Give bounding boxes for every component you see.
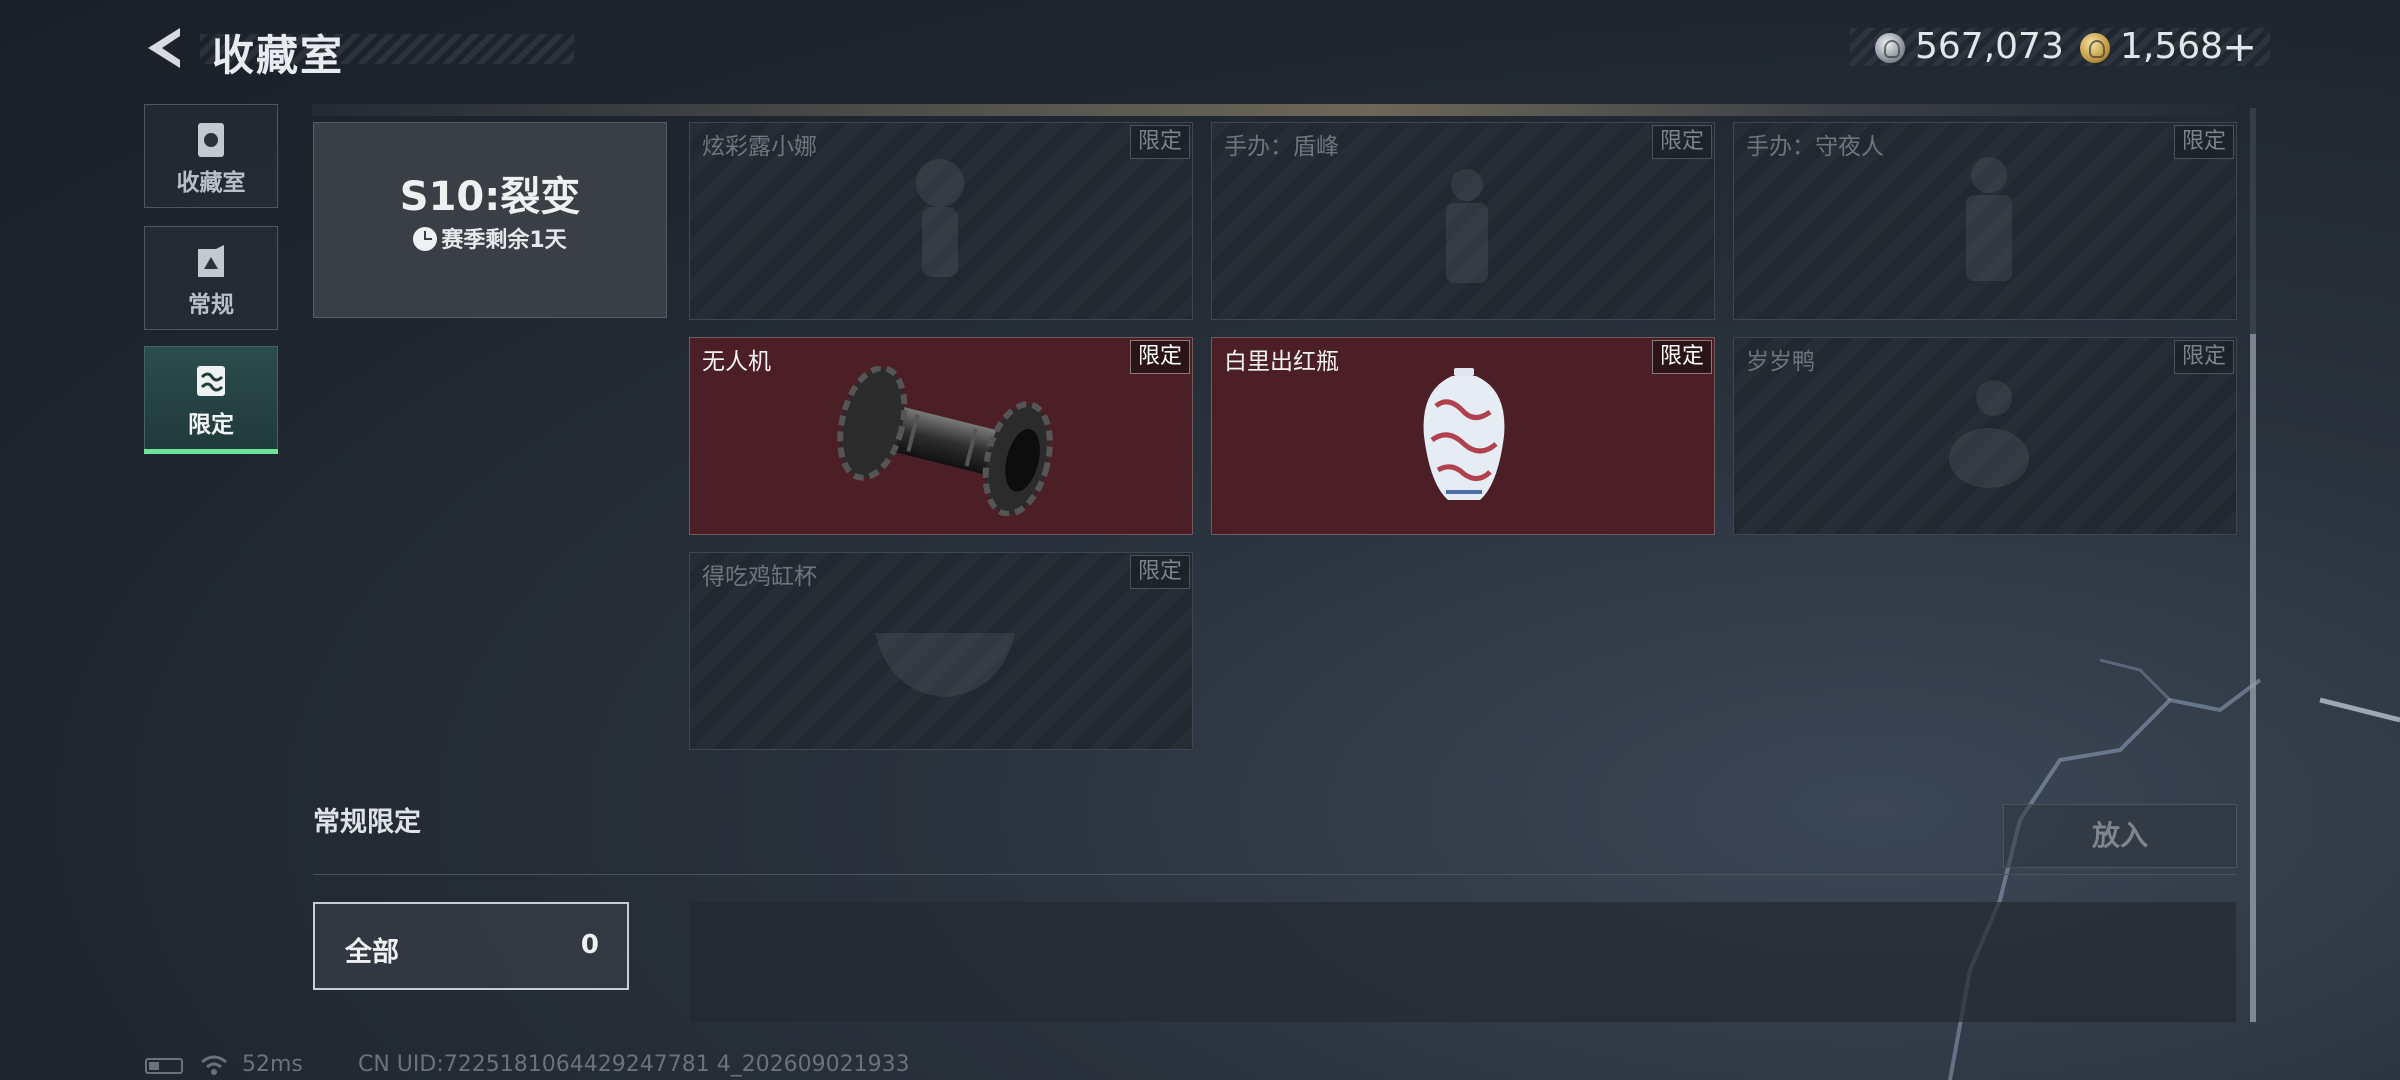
drone-image <box>837 366 1053 516</box>
vase-image <box>1423 368 1505 500</box>
season-title: S10:裂变 <box>399 174 581 220</box>
figure-silhouette <box>1446 169 1488 283</box>
scrollbar-thumb[interactable] <box>2250 334 2256 1022</box>
collection-item-card[interactable]: 白里出红瓶 限定 <box>1211 337 1715 535</box>
limited-tag: 限定 <box>1652 125 1712 159</box>
wifi-icon <box>201 1055 227 1075</box>
collection-item-card[interactable]: 无人机 限定 <box>689 337 1193 535</box>
back-arrow-icon[interactable] <box>142 24 190 72</box>
put-in-button[interactable]: 放入 <box>2003 804 2237 868</box>
item-name: 岁岁鸭 <box>1746 349 1815 375</box>
figure-silhouette <box>916 159 964 277</box>
sidebar-item-label: 限定 <box>188 412 234 438</box>
gold-amount: 1,568 <box>2120 26 2224 67</box>
limited-collection-icon <box>197 366 225 396</box>
collection-item-card[interactable]: 手办：盾峰 限定 <box>1211 122 1715 320</box>
filter-all-label: 全部 <box>345 937 399 968</box>
collection-item-card[interactable]: 手办：守夜人 限定 <box>1733 122 2237 320</box>
limited-tag: 限定 <box>1130 125 1190 159</box>
silver-coin-icon <box>1875 33 1905 63</box>
battery-icon <box>145 1058 183 1074</box>
sidebar-item-label: 收藏室 <box>176 170 246 196</box>
add-currency-button[interactable]: + <box>2222 22 2257 71</box>
limited-tag: 限定 <box>2174 340 2234 374</box>
item-name: 白里出红瓶 <box>1224 349 1339 375</box>
item-name: 手办：守夜人 <box>1746 134 1884 160</box>
ping-text: 52ms <box>242 1052 303 1077</box>
page-title: 收藏室 <box>212 31 345 80</box>
active-indicator <box>144 449 278 454</box>
collection-item-card[interactable]: 得吃鸡缸杯 限定 <box>689 552 1193 750</box>
section-divider <box>313 874 2237 875</box>
item-name: 手办：盾峰 <box>1224 134 1339 160</box>
collection-item-card[interactable]: 岁岁鸭 限定 <box>1733 337 2237 535</box>
limited-tag: 限定 <box>1130 555 1190 589</box>
cup-silhouette <box>875 633 1015 697</box>
banner-strip <box>312 104 2236 116</box>
duck-silhouette <box>1949 380 2029 488</box>
limited-tag: 限定 <box>2174 125 2234 159</box>
sidebar-item-collection[interactable]: 收藏室 <box>144 104 278 208</box>
silver-amount: 567,073 <box>1915 26 2064 67</box>
uid-text: CN UID:7225181064429247781 4_20260902193… <box>358 1052 910 1077</box>
limited-tag: 限定 <box>1652 340 1712 374</box>
filter-all-count: 0 <box>580 930 599 960</box>
trash-can-icon <box>198 123 224 157</box>
sidebar-item-label: 常规 <box>188 292 234 318</box>
filter-all-button[interactable]: 全部 0 <box>313 902 629 990</box>
item-name: 得吃鸡缸杯 <box>702 564 817 590</box>
collection-item-card[interactable]: 炫彩露小娜 限定 <box>689 122 1193 320</box>
gold-coin-icon <box>2080 33 2110 63</box>
item-name: 炫彩露小娜 <box>702 134 817 160</box>
clock-icon <box>413 227 438 251</box>
figure-silhouette <box>1966 157 2012 281</box>
season-remaining: 赛季剩余1天 <box>313 222 667 254</box>
section-title-regular-limited: 常规限定 <box>313 807 421 838</box>
sidebar-item-regular[interactable]: 常规 <box>144 226 278 330</box>
sidebar-item-limited[interactable]: 限定 <box>144 346 278 450</box>
card-icon <box>198 245 224 277</box>
regular-items-panel <box>690 902 2236 1022</box>
limited-tag: 限定 <box>1130 340 1190 374</box>
item-name: 无人机 <box>702 349 771 375</box>
season-remaining-text: 赛季剩余1天 <box>441 228 567 253</box>
